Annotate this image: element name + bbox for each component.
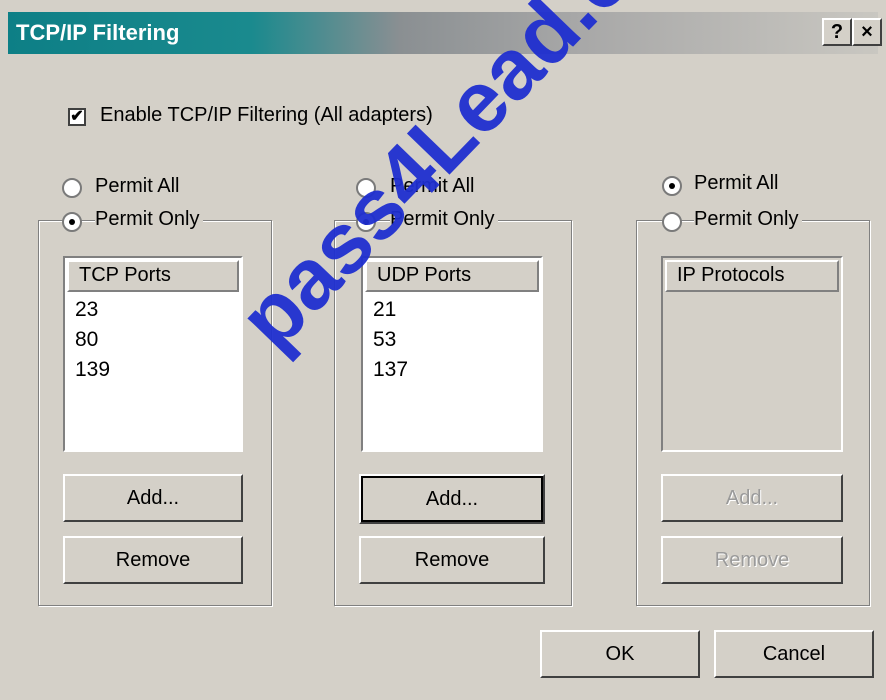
close-icon: × — [861, 21, 873, 43]
list-item[interactable]: 23 — [75, 298, 98, 322]
udp-add-button[interactable]: Add... — [359, 474, 545, 524]
list-item[interactable]: 21 — [373, 298, 396, 322]
ip-permit-all-label: Permit All — [694, 172, 779, 194]
list-item[interactable]: 137 — [373, 358, 408, 382]
ip-protocols-header: IP Protocols — [665, 260, 839, 292]
tcp-ports-header: TCP Ports — [67, 260, 239, 292]
enable-filtering-checkbox[interactable]: ✔ — [68, 108, 86, 126]
ip-protocols-list[interactable]: IP Protocols — [661, 256, 843, 452]
list-item[interactable]: 53 — [373, 328, 396, 352]
help-icon: ? — [830, 21, 844, 43]
ip-permit-all-radio[interactable] — [662, 176, 682, 196]
ok-button[interactable]: OK — [540, 630, 700, 678]
help-button[interactable]: ? — [822, 18, 852, 46]
tcp-permit-all-label: Permit All — [95, 175, 180, 197]
window-title: TCP/IP Filtering — [16, 20, 180, 45]
tcp-ports-list[interactable]: TCP Ports 23 80 139 — [63, 256, 243, 452]
list-item[interactable]: 139 — [75, 358, 110, 382]
list-item[interactable]: 80 — [75, 328, 98, 352]
tcp-remove-button[interactable]: Remove — [63, 536, 243, 584]
title-bar[interactable]: TCP/IP Filtering ? × — [8, 12, 882, 54]
ip-add-button[interactable]: Add... — [661, 474, 843, 522]
close-button[interactable]: × — [852, 18, 882, 46]
checkmark-icon: ✔ — [70, 108, 84, 125]
tcp-permit-only-radio[interactable] — [62, 212, 82, 232]
cancel-button[interactable]: Cancel — [714, 630, 874, 678]
tcp-add-button[interactable]: Add... — [63, 474, 243, 522]
udp-remove-button[interactable]: Remove — [359, 536, 545, 584]
tcpip-filtering-dialog: TCP/IP Filtering ? × ✔ Enable TCP/IP Fil… — [0, 0, 886, 700]
ip-permit-only-label: Permit Only — [694, 208, 803, 231]
ip-permit-only-radio[interactable] — [662, 212, 682, 232]
tcp-permit-only-label: Permit Only — [95, 208, 204, 231]
tcp-permit-all-radio[interactable] — [62, 178, 82, 198]
ip-remove-button[interactable]: Remove — [661, 536, 843, 584]
enable-filtering-label: Enable TCP/IP Filtering (All adapters) — [100, 104, 433, 126]
udp-ports-list[interactable]: UDP Ports 21 53 137 — [361, 256, 543, 452]
